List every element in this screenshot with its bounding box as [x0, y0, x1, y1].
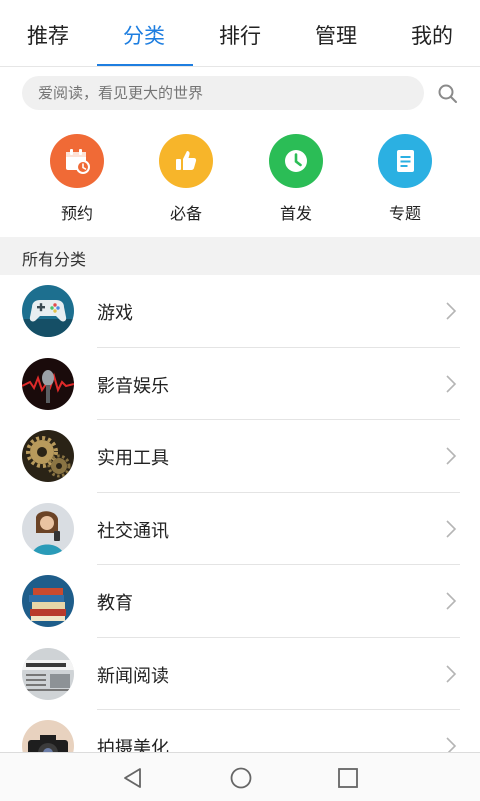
quick-essential-button[interactable]: 必备 [131, 134, 241, 224]
quick-reserve-button[interactable]: 预约 [22, 134, 132, 224]
category-title: 新闻阅读 [97, 665, 169, 687]
category-item-social[interactable]: 社交通讯 [0, 493, 480, 565]
category-item-media[interactable]: 影音娱乐 [0, 348, 480, 420]
search-icon[interactable] [436, 82, 460, 106]
tab-mine[interactable]: 我的 [384, 16, 480, 56]
search-input[interactable] [22, 76, 424, 110]
tab-categories[interactable]: 分类 [96, 16, 192, 56]
category-item-games[interactable]: 游戏 [0, 275, 480, 348]
category-item-news[interactable]: 新闻阅读 [0, 638, 480, 710]
chevron-right-icon [446, 519, 457, 538]
category-list: 游戏 影音娱乐 实用工具 社交通讯 教育 新闻阅读 拍摄美化 [0, 275, 480, 783]
thumbs-up-icon [159, 134, 213, 188]
category-title: 社交通讯 [97, 520, 169, 542]
back-icon[interactable] [120, 765, 146, 791]
category-title: 教育 [97, 593, 133, 614]
chevron-right-icon [446, 302, 457, 320]
tab-divider [0, 66, 480, 67]
category-title: 影音娱乐 [97, 375, 169, 397]
gears-icon [22, 430, 74, 482]
person-icon [22, 502, 74, 555]
chevron-right-icon [446, 664, 457, 683]
newspaper-icon [22, 647, 74, 700]
category-item-tools[interactable]: 实用工具 [0, 420, 480, 493]
clock-icon [269, 134, 323, 188]
system-navigation-bar [0, 752, 480, 801]
chevron-right-icon [446, 447, 457, 465]
quick-topics-button[interactable]: 专题 [350, 134, 460, 224]
category-item-education[interactable]: 教育 [0, 565, 480, 638]
quick-essential-label: 必备 [169, 204, 202, 223]
home-icon[interactable] [228, 765, 254, 791]
calendar-clock-icon [50, 134, 104, 188]
category-title: 实用工具 [97, 448, 169, 469]
microphone-icon [22, 357, 74, 410]
category-title: 游戏 [97, 303, 133, 324]
tab-manage[interactable]: 管理 [288, 16, 384, 56]
books-icon [22, 575, 74, 627]
quick-premiere-button[interactable]: 首发 [241, 134, 351, 224]
tab-recommend[interactable]: 推荐 [0, 16, 96, 56]
quick-topics-label: 专题 [388, 204, 421, 223]
section-title: 所有分类 [22, 250, 87, 269]
tab-ranking[interactable]: 排行 [192, 16, 288, 56]
chevron-right-icon [446, 592, 457, 610]
quick-premiere-label: 首发 [279, 204, 312, 223]
document-icon [378, 134, 432, 188]
gamepad-icon [22, 285, 74, 337]
section-header: 所有分类 [0, 237, 480, 275]
top-tab-bar: 推荐 分类 排行 管理 我的 [0, 0, 480, 67]
chevron-right-icon [446, 374, 457, 393]
quick-reserve-label: 预约 [60, 204, 93, 223]
recent-apps-icon[interactable] [335, 765, 361, 791]
